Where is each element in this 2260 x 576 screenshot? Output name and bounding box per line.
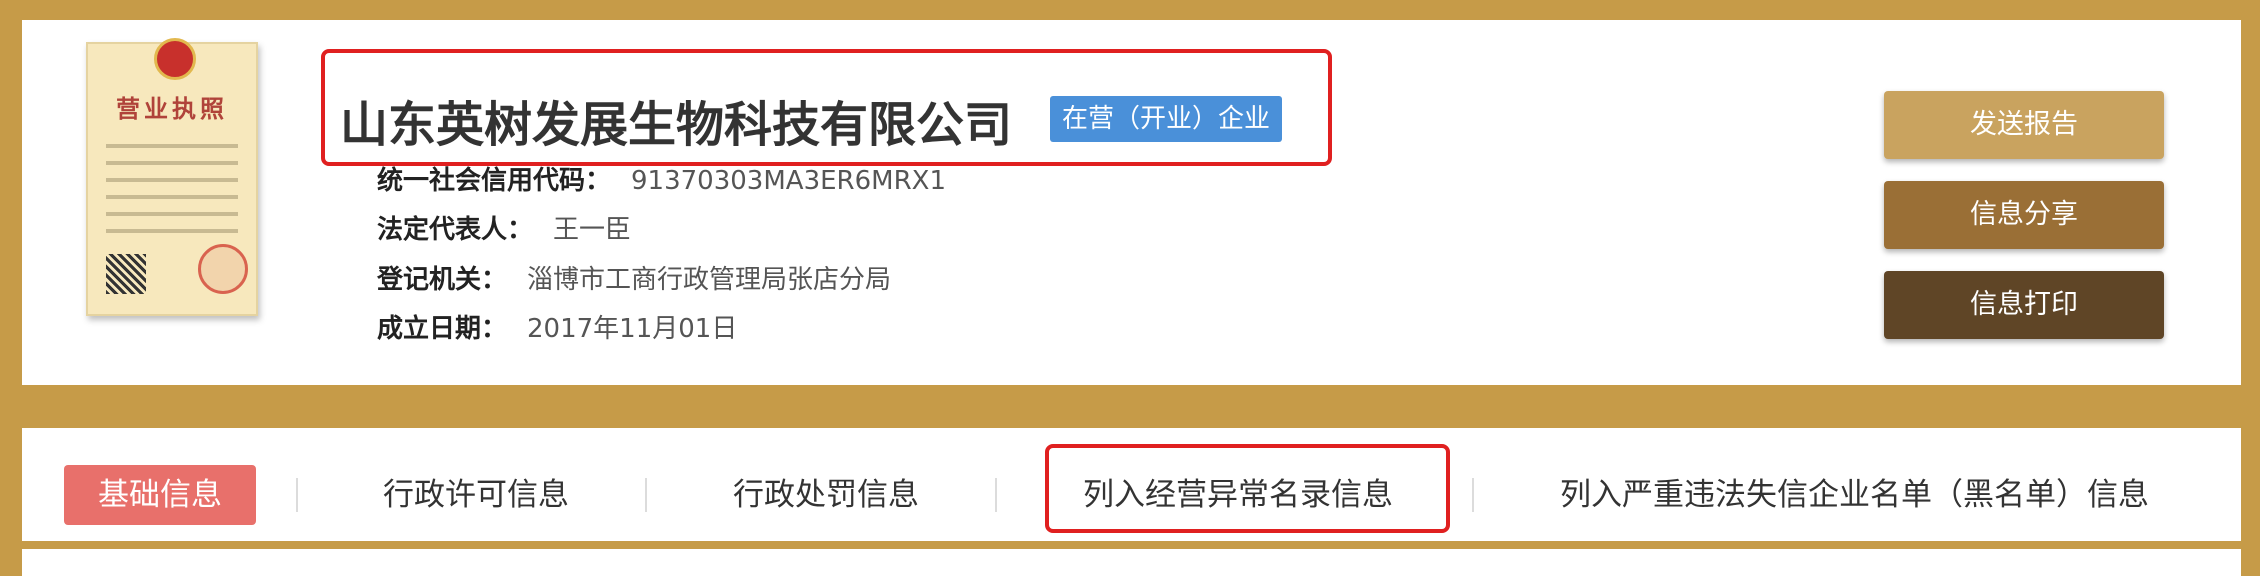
tab-administrative-license[interactable]: 行政许可信息 (383, 465, 569, 525)
registration-authority-value: 淄博市工商行政管理局张店分局 (527, 265, 892, 295)
credit-code-row: 统一社会信用代码： 91370303MA3ER6MRX1 (377, 160, 946, 197)
establish-date-label: 成立日期： (377, 314, 508, 344)
legal-rep-label: 法定代表人： (377, 215, 534, 245)
license-title: 营业执照 (116, 94, 228, 123)
tab-divider (645, 478, 647, 512)
qr-code-icon (106, 254, 146, 294)
registration-authority-row: 登记机关： 淄博市工商行政管理局张店分局 (377, 259, 891, 296)
tab-divider (296, 478, 298, 512)
tab-administrative-penalty[interactable]: 行政处罚信息 (733, 465, 919, 525)
tab-blacklist[interactable]: 列入严重违法失信企业名单（黑名单）信息 (1560, 465, 2149, 525)
official-seal-icon (198, 244, 248, 294)
content-area (35, 549, 2230, 576)
legal-rep-value: 王一臣 (553, 215, 632, 245)
tab-basic-info[interactable]: 基础信息 (64, 465, 256, 525)
print-info-button[interactable]: 信息打印 (1884, 271, 2164, 339)
license-text-lines (106, 144, 238, 246)
registration-authority-label: 登记机关： (377, 265, 508, 295)
tab-divider (1472, 478, 1474, 512)
abnormal-list-highlight (1045, 444, 1450, 533)
legal-rep-row: 法定代表人： 王一臣 (377, 209, 631, 246)
credit-code-value: 91370303MA3ER6MRX1 (631, 166, 946, 196)
content-frame-top (22, 541, 2241, 549)
company-name-highlight (321, 49, 1332, 166)
credit-code-label: 统一社会信用代码： (377, 166, 612, 196)
share-info-button[interactable]: 信息分享 (1884, 181, 2164, 249)
national-emblem-icon (154, 38, 196, 80)
establish-date-row: 成立日期： 2017年11月01日 (377, 308, 737, 345)
establish-date-value: 2017年11月01日 (527, 314, 738, 344)
tab-divider (995, 478, 997, 512)
send-report-button[interactable]: 发送报告 (1884, 91, 2164, 159)
business-license-image[interactable]: 营业执照 (86, 38, 258, 316)
